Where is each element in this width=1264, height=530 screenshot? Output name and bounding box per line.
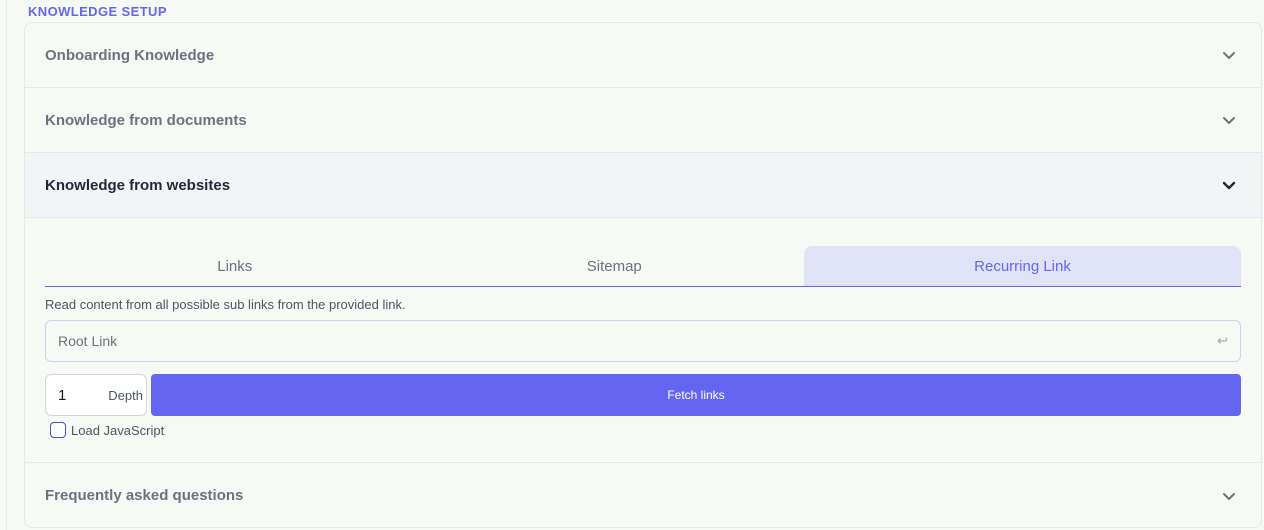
fetch-row: Depth Fetch links — [45, 374, 1241, 416]
accordion-onboarding-knowledge[interactable]: Onboarding Knowledge — [25, 23, 1261, 88]
chevron-down-icon — [1221, 47, 1237, 63]
source-tabs: Links Sitemap Recurring Link — [45, 246, 1241, 287]
accordion-label: Frequently asked questions — [45, 487, 244, 504]
chevron-down-icon — [1221, 177, 1237, 193]
chevron-down-icon — [1221, 488, 1237, 504]
load-javascript-label[interactable]: Load JavaScript — [71, 423, 164, 438]
accordion-label: Knowledge from documents — [45, 111, 247, 129]
left-divider — [6, 0, 7, 530]
enter-key-icon: ↩ — [1217, 333, 1228, 348]
section-title: KNOWLEDGE SETUP — [28, 4, 167, 19]
tab-links[interactable]: Links — [45, 246, 425, 286]
chevron-down-icon — [1221, 112, 1237, 128]
load-javascript-checkbox[interactable] — [50, 422, 66, 438]
tab-recurring-link[interactable]: Recurring Link — [804, 246, 1241, 286]
depth-input[interactable] — [58, 386, 98, 404]
load-javascript-option: Load JavaScript — [45, 422, 1241, 438]
accordion-faq[interactable]: Frequently asked questions — [25, 463, 1261, 527]
accordion-label: Onboarding Knowledge — [45, 46, 215, 64]
websites-panel: Links Sitemap Recurring Link Read conten… — [25, 218, 1261, 463]
accordion-knowledge-websites[interactable]: Knowledge from websites — [25, 153, 1261, 218]
depth-label: Depth — [108, 387, 143, 403]
root-link-input[interactable] — [58, 333, 1218, 349]
fetch-links-button[interactable]: Fetch links — [151, 374, 1241, 416]
depth-field: Depth — [45, 374, 147, 416]
tab-sitemap[interactable]: Sitemap — [425, 246, 805, 286]
recurring-link-description: Read content from all possible sub links… — [45, 297, 406, 312]
accordion-label: Knowledge from websites — [45, 176, 231, 194]
root-link-field: ↩ — [45, 320, 1241, 362]
accordion-knowledge-documents[interactable]: Knowledge from documents — [25, 88, 1261, 153]
knowledge-accordion: Onboarding Knowledge Knowledge from docu… — [24, 22, 1262, 528]
